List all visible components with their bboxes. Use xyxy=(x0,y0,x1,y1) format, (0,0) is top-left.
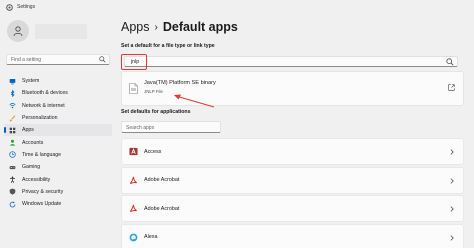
shield-icon xyxy=(9,188,16,195)
app-name: Access xyxy=(144,148,162,155)
acrobat-icon xyxy=(129,204,138,213)
sidebar-item-privacy-security[interactable]: Privacy & security xyxy=(0,186,116,198)
person-icon xyxy=(13,26,23,37)
monitor-icon xyxy=(9,78,16,85)
app-row-alexa[interactable]: Alexa xyxy=(121,223,464,248)
settings-search-placeholder: Find a setting xyxy=(11,57,42,63)
sidebar-item-label: Windows Update xyxy=(22,201,62,208)
access-icon xyxy=(129,147,138,156)
search-icon xyxy=(99,56,106,63)
sidebar-item-label: Network & internet xyxy=(22,102,65,109)
sidebar-item-bluetooth-devices[interactable]: Bluetooth & devices xyxy=(0,87,116,99)
apps-search-input[interactable]: Search apps xyxy=(121,121,221,133)
chevron-right-icon xyxy=(450,149,454,155)
user-profile[interactable] xyxy=(7,20,87,42)
update-icon xyxy=(9,201,16,208)
alexa-icon xyxy=(129,233,138,242)
window-title: Settings xyxy=(17,4,36,10)
sidebar-item-accounts[interactable]: Accounts xyxy=(0,136,116,148)
sidebar-item-personalization[interactable]: Personalization xyxy=(0,112,116,124)
app-row-adobe-acrobat[interactable]: Adobe Acrobat xyxy=(121,195,464,222)
globe-clock-icon xyxy=(9,151,16,159)
sidebar-item-accessibility[interactable]: Accessibility xyxy=(0,173,116,185)
apps-grid-icon xyxy=(9,127,16,134)
chevron-right-icon xyxy=(450,234,454,241)
sidebar-item-label: Gaming xyxy=(22,164,41,171)
sidebar-item-windows-update[interactable]: Windows Update xyxy=(0,198,116,210)
sidebar: Find a setting System Bluetooth & devices… xyxy=(0,14,116,248)
main-content: Apps › Default apps Set a default for a … xyxy=(116,14,474,248)
sidebar-item-label: Accounts xyxy=(22,139,44,146)
chevron-right-icon xyxy=(450,206,454,212)
app-name: Alexa xyxy=(144,234,158,240)
sidebar-item-time-language[interactable]: Time & language xyxy=(0,149,116,161)
sidebar-nav: System Bluetooth & devices Network & inter… xyxy=(0,75,116,210)
app-name: Adobe Acrobat xyxy=(144,205,180,212)
sidebar-item-network-internet[interactable]: Network & internet xyxy=(0,100,116,112)
sidebar-item-label: Bluetooth & devices xyxy=(22,90,68,97)
sidebar-item-label: Personalization xyxy=(22,115,58,122)
accessibility-icon xyxy=(9,176,16,183)
settings-search-input[interactable]: Find a setting xyxy=(6,54,110,65)
title-bar: Settings xyxy=(0,0,474,14)
gamepad-icon xyxy=(9,164,16,171)
sidebar-item-system[interactable]: System xyxy=(0,75,116,87)
brush-icon xyxy=(9,114,16,122)
sidebar-item-label: Accessibility xyxy=(22,176,51,183)
sidebar-item-label: System xyxy=(22,78,40,85)
avatar[interactable] xyxy=(7,20,29,42)
app-list: Access Adobe Acrobat Adobe Acrobat Alexa xyxy=(121,138,464,248)
settings-app-icon xyxy=(6,3,13,11)
settings-window: Settings Find a setting System Bluetooth … xyxy=(0,0,474,248)
sidebar-item-label: Privacy & security xyxy=(22,188,64,195)
apps-search-placeholder: Search apps xyxy=(126,125,155,131)
app-name: Adobe Acrobat xyxy=(144,177,180,183)
app-row-adobe-acrobat[interactable]: Adobe Acrobat xyxy=(121,166,464,194)
app-row-access[interactable]: Access xyxy=(121,138,464,165)
sidebar-item-label: Time & language xyxy=(22,151,62,158)
chevron-right-icon xyxy=(450,177,454,184)
wifi-icon xyxy=(9,102,16,109)
sidebar-item-label: Apps xyxy=(22,127,34,134)
sidebar-item-apps[interactable]: Apps xyxy=(4,124,112,137)
apps-section-label: Set defaults for applications xyxy=(121,109,191,115)
sidebar-item-gaming[interactable]: Gaming xyxy=(0,161,116,173)
profile-name-redacted xyxy=(35,23,87,39)
bluetooth-icon xyxy=(9,89,16,97)
acrobat-icon xyxy=(129,176,138,185)
person-icon xyxy=(9,139,16,146)
